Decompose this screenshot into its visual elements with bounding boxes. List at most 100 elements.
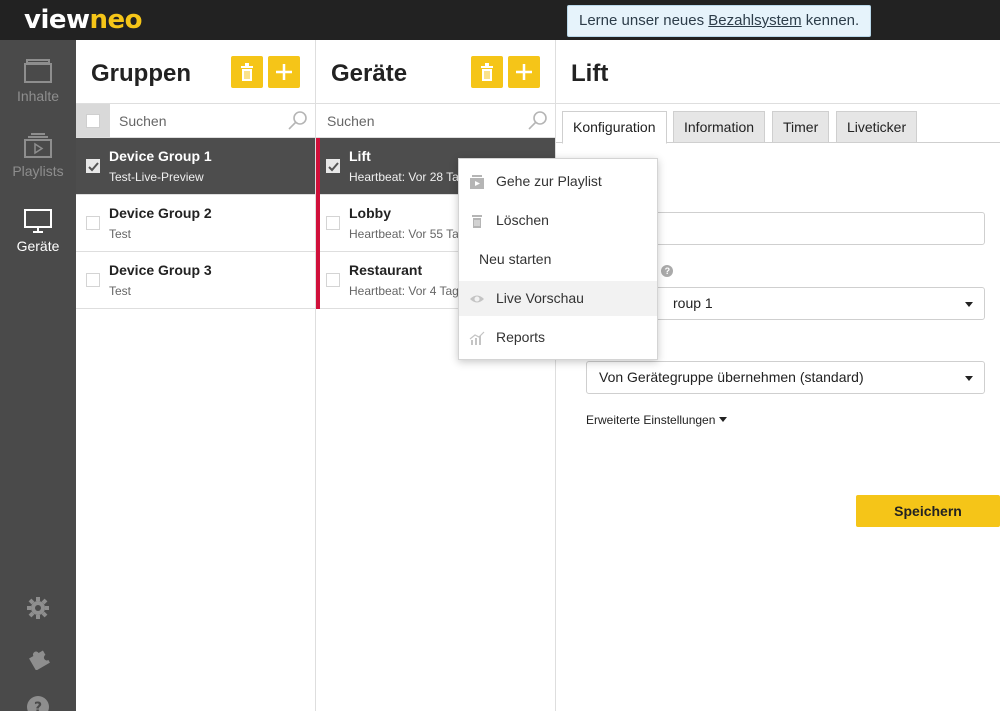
- plugins-button[interactable]: [0, 646, 76, 675]
- menu-item-reports[interactable]: Reports: [459, 320, 657, 355]
- menu-item-live-preview[interactable]: Live Vorschau: [459, 281, 657, 316]
- puzzle-icon: [29, 650, 50, 671]
- group-name: Device Group 1: [109, 148, 212, 164]
- groups-search-input[interactable]: [119, 104, 279, 137]
- tab-timer[interactable]: Timer: [772, 111, 830, 143]
- group-row-2[interactable]: Device Group 2 Test: [76, 195, 315, 252]
- menu-item-label: Löschen: [496, 212, 549, 228]
- folder-icon: [24, 59, 52, 83]
- viewneo-logo[interactable]: viewneo: [24, 5, 143, 35]
- nav-item-playlists[interactable]: Playlists: [0, 133, 76, 179]
- device-heartbeat: Heartbeat: Vor 4 Tage: [349, 284, 466, 298]
- groups-column: Gruppen Device Group 1 Test-Live-Preview…: [76, 40, 316, 711]
- devices-title: Geräte: [331, 60, 408, 87]
- menu-item-label: Reports: [496, 329, 546, 345]
- help-button[interactable]: ?: [0, 695, 76, 711]
- group-description: Test: [109, 227, 132, 241]
- delete-group-button[interactable]: [231, 56, 263, 88]
- delete-device-button[interactable]: [471, 56, 503, 88]
- advanced-settings-label: Erweiterte Einstellungen: [586, 413, 716, 427]
- group-description: Test: [109, 284, 132, 298]
- groups-header: Gruppen: [76, 40, 315, 104]
- nav-label-geraete: Geräte: [16, 238, 60, 254]
- menu-item-restart[interactable]: Neu starten: [459, 242, 657, 277]
- device-group-select-value: roup 1: [673, 295, 713, 311]
- nav-label-playlists: Playlists: [12, 163, 64, 179]
- devices-header: Geräte: [316, 40, 555, 104]
- offline-status-bar: [316, 195, 320, 252]
- menu-item-delete[interactable]: Löschen: [459, 203, 657, 238]
- group-checkbox[interactable]: [86, 216, 100, 230]
- device-context-menu: Gehe zur Playlist Löschen Neu starten Li…: [458, 158, 658, 360]
- playlist-icon: [24, 133, 52, 158]
- chevron-down-icon: [965, 302, 973, 307]
- nav-item-geraete[interactable]: Geräte: [0, 208, 76, 254]
- offline-status-bar: [316, 252, 320, 309]
- notice-suffix: kennen.: [801, 12, 860, 29]
- nav-item-inhalte[interactable]: Inhalte: [0, 58, 76, 104]
- top-bar: viewneo Lerne unser neues Bezahlsystem k…: [0, 0, 1000, 40]
- detail-tabs: Konfiguration Information Timer Livetick…: [562, 111, 1000, 144]
- help-icon[interactable]: ?: [661, 265, 674, 277]
- nav-label-inhalte: Inhalte: [16, 88, 60, 104]
- svg-text:?: ?: [34, 700, 42, 711]
- playlist-icon: [470, 175, 484, 189]
- search-icon[interactable]: [527, 110, 549, 132]
- device-checkbox[interactable]: [326, 216, 340, 230]
- select-all-groups-checkbox[interactable]: [76, 104, 110, 137]
- monitor-icon: [24, 209, 52, 233]
- add-group-button[interactable]: [268, 56, 300, 88]
- device-detail-panel: Lift Konfiguration Information Timer Liv…: [556, 40, 1000, 711]
- plus-icon: [276, 64, 292, 80]
- advanced-settings-toggle[interactable]: Erweiterte Einstellungen: [586, 413, 728, 427]
- devices-search-row: [316, 104, 555, 138]
- menu-item-label: Gehe zur Playlist: [496, 173, 602, 189]
- caret-down-icon: [719, 417, 728, 422]
- device-checkbox[interactable]: [326, 273, 340, 287]
- devices-search-input[interactable]: [327, 104, 517, 137]
- billing-notice: Lerne unser neues Bezahlsystem kennen.: [567, 5, 872, 37]
- device-title: Lift: [571, 60, 609, 87]
- trash-icon: [241, 63, 253, 81]
- settings-button[interactable]: [0, 596, 76, 625]
- groups-search-row: [76, 104, 315, 138]
- group-checkbox[interactable]: [86, 159, 100, 173]
- group-name: Device Group 2: [109, 205, 212, 221]
- plus-icon: [516, 64, 532, 80]
- eye-icon: [470, 295, 484, 303]
- tab-liveticker[interactable]: Liveticker: [836, 111, 918, 143]
- menu-item-go-to-playlist[interactable]: Gehe zur Playlist: [459, 164, 657, 199]
- group-row-3[interactable]: Device Group 3 Test: [76, 252, 315, 309]
- menu-item-label: Live Vorschau: [496, 290, 584, 306]
- groups-title: Gruppen: [91, 60, 191, 87]
- group-row-1[interactable]: Device Group 1 Test-Live-Preview: [76, 138, 315, 195]
- main-sidebar: Inhalte Playlists Geräte ?: [0, 40, 76, 711]
- device-heartbeat: Heartbeat: Vor 55 Ta: [349, 227, 459, 241]
- notice-prefix: Lerne unser neues: [579, 12, 709, 29]
- tab-konfiguration[interactable]: Konfiguration: [562, 111, 667, 144]
- device-heartbeat: Heartbeat: Vor 28 Ta: [349, 170, 459, 184]
- playlist-mode-select[interactable]: Von Gerätegruppe übernehmen (standard): [586, 361, 985, 394]
- trash-icon: [481, 63, 493, 81]
- device-name: Lobby: [349, 205, 391, 221]
- group-name: Device Group 3: [109, 262, 212, 278]
- detail-header: Lift: [556, 40, 1000, 104]
- playlist-mode-select-value: Von Gerätegruppe übernehmen (standard): [599, 369, 864, 385]
- offline-status-bar: [316, 138, 320, 195]
- group-checkbox[interactable]: [86, 273, 100, 287]
- chevron-down-icon: [965, 376, 973, 381]
- device-name: Restaurant: [349, 262, 423, 278]
- trash-icon: [472, 215, 482, 228]
- group-description: Test-Live-Preview: [109, 170, 204, 184]
- tab-information[interactable]: Information: [673, 111, 766, 143]
- billing-link[interactable]: Bezahlsystem: [708, 12, 801, 29]
- menu-item-label: Neu starten: [479, 251, 552, 267]
- chart-icon: [469, 331, 485, 345]
- search-icon[interactable]: [287, 110, 309, 132]
- gear-icon: [27, 597, 49, 619]
- device-name: Lift: [349, 148, 371, 164]
- add-device-button[interactable]: [508, 56, 540, 88]
- save-button[interactable]: Speichern: [856, 495, 1000, 527]
- device-checkbox[interactable]: [326, 159, 340, 173]
- help-icon: ?: [27, 696, 49, 711]
